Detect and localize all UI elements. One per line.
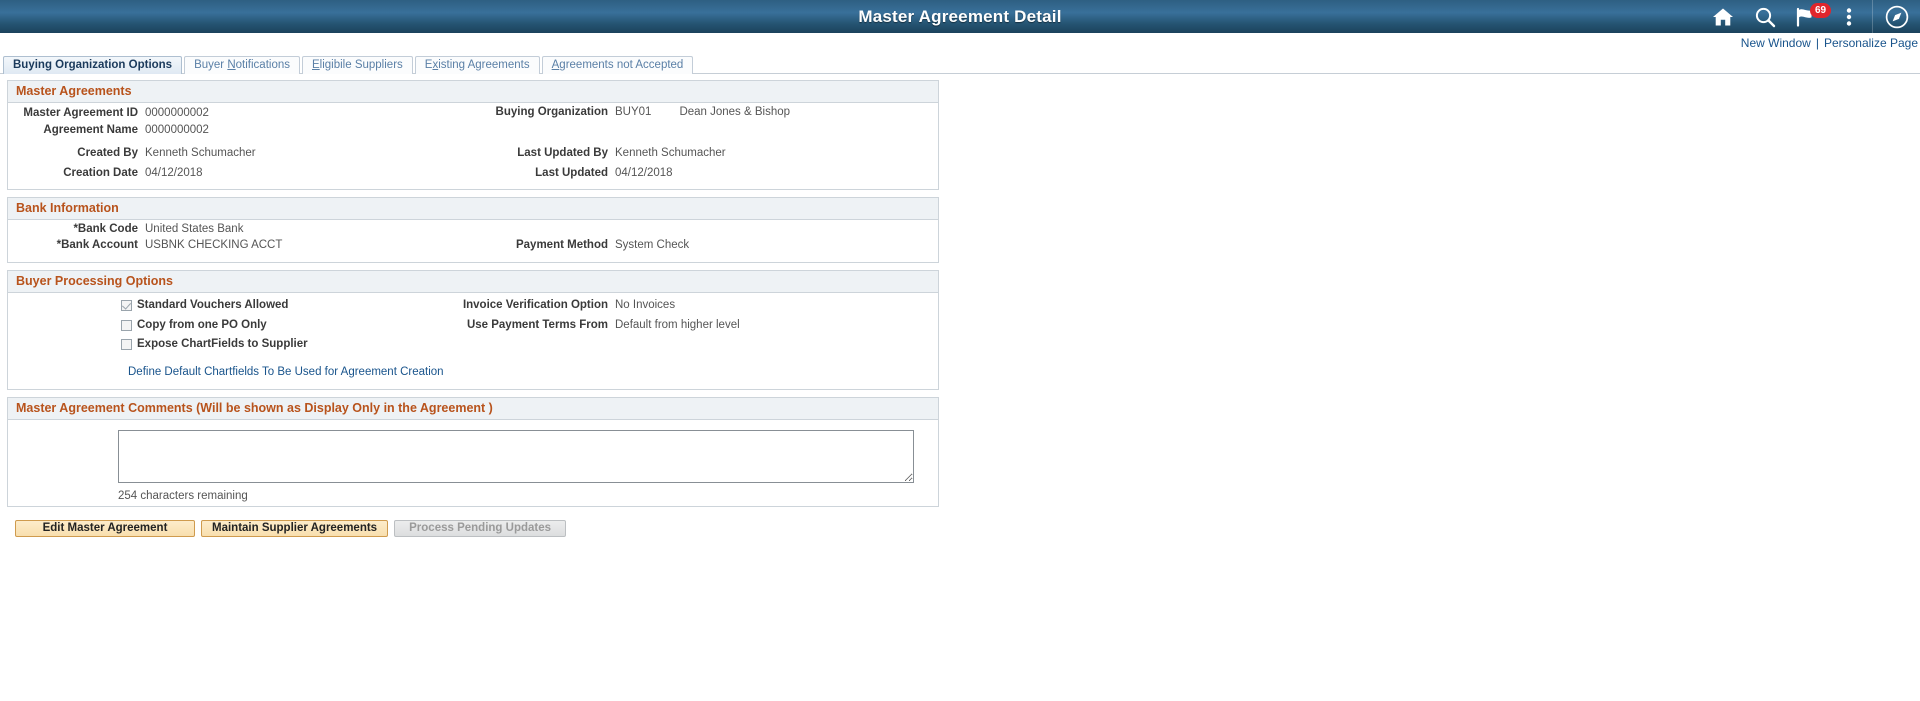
value-payment-method: System Check <box>615 239 690 251</box>
page-title: Master Agreement Detail <box>858 6 1062 26</box>
label-master-agreement-id: Master Agreement ID <box>23 107 138 119</box>
label-creation-date: Creation Date <box>63 167 138 179</box>
personalize-page-link[interactable]: Personalize Page <box>1824 36 1918 50</box>
section-body-buyer-processing-options: Standard Vouchers Allowed Copy from one … <box>8 293 938 389</box>
tab-buying-organization-options[interactable]: Buying Organization Options <box>3 56 183 74</box>
comment-area: 254 characters remaining <box>8 420 938 506</box>
master-agreement-comments-textarea[interactable] <box>118 430 914 483</box>
checkbox-label-copy-from-one-po-only: Copy from one PO Only <box>137 319 267 331</box>
checkbox-row-expose-chartfields-to-supplier[interactable]: Expose ChartFields to Supplier <box>121 338 308 350</box>
section-body-bank-information: *Bank Code United States Bank *Bank Acco… <box>8 220 938 262</box>
checkbox-row-copy-from-one-po-only[interactable]: Copy from one PO Only <box>121 319 267 331</box>
value-invoice-verification-option: No Invoices <box>615 299 676 311</box>
value-bank-code: United States Bank <box>145 223 244 235</box>
define-default-chartfields-link[interactable]: Define Default Chartfields To Be Used fo… <box>128 366 444 378</box>
value-buying-organization-code: BUY01 <box>615 106 652 118</box>
tab-label: Buyer Notifications <box>194 59 290 71</box>
label-bank-account: *Bank Account <box>56 239 138 251</box>
section-buyer-processing-options: Buyer Processing Options Standard Vouche… <box>7 270 939 390</box>
section-master-agreements: Master Agreements Master Agreement ID 00… <box>7 80 939 190</box>
section-title-bank-information: Bank Information <box>8 198 938 220</box>
value-bank-account: USBNK CHECKING ACCT <box>145 239 283 251</box>
section-body-master-agreements: Master Agreement ID 0000000002 Buying Or… <box>8 103 938 189</box>
checkbox-standard-vouchers-allowed[interactable] <box>121 299 132 311</box>
page-body: Master Agreements Master Agreement ID 00… <box>0 74 1920 537</box>
app-header: Master Agreement Detail 69 <box>0 0 1920 33</box>
search-icon[interactable] <box>1744 0 1786 33</box>
section-title-buyer-processing-options: Buyer Processing Options <box>8 271 938 293</box>
checkbox-label-expose-chartfields-to-supplier: Expose ChartFields to Supplier <box>137 338 308 350</box>
process-pending-updates-button: Process Pending Updates <box>394 520 567 537</box>
section-title-master-agreement-comments: Master Agreement Comments (Will be shown… <box>8 398 938 420</box>
value-creation-date: 04/12/2018 <box>145 167 203 179</box>
actions-menu-icon[interactable] <box>1828 0 1870 33</box>
checkbox-expose-chartfields-to-supplier[interactable] <box>121 338 132 350</box>
tab-existing-agreements[interactable]: Existing Agreements <box>414 56 540 74</box>
section-master-agreement-comments: Master Agreement Comments (Will be shown… <box>7 397 939 507</box>
navbar-compass-icon[interactable] <box>1873 0 1920 33</box>
label-use-payment-terms-from: Use Payment Terms From <box>466 319 608 331</box>
checkbox-row-standard-vouchers-allowed[interactable]: Standard Vouchers Allowed <box>121 299 288 311</box>
utility-links-separator: | <box>1815 35 1819 50</box>
label-buying-organization: Buying Organization <box>495 106 608 118</box>
label-agreement-name: Agreement Name <box>43 124 138 136</box>
tab-label: Buying Organization Options <box>13 59 173 71</box>
section-bank-information: Bank Information *Bank Code United State… <box>7 197 939 263</box>
value-agreement-name: 0000000002 <box>145 124 209 136</box>
checkbox-label-standard-vouchers-allowed: Standard Vouchers Allowed <box>137 299 289 311</box>
checkbox-copy-from-one-po-only[interactable] <box>121 319 132 331</box>
label-last-updated: Last Updated <box>535 167 608 179</box>
edit-master-agreement-button[interactable]: Edit Master Agreement <box>15 520 195 537</box>
home-icon[interactable] <box>1702 0 1744 33</box>
label-bank-code: *Bank Code <box>73 223 138 235</box>
tab-buyer-notifications[interactable]: Buyer Notifications <box>184 56 300 74</box>
action-button-row: Edit Master Agreement Maintain Supplier … <box>7 514 1920 537</box>
value-last-updated-by: Kenneth Schumacher <box>615 147 726 159</box>
maintain-supplier-agreements-button[interactable]: Maintain Supplier Agreements <box>201 520 389 537</box>
tab-label: Agreements not Accepted <box>551 59 684 71</box>
tab-strip: Buying Organization Options Buyer Notifi… <box>0 56 1920 74</box>
notifications-flag-icon[interactable]: 69 <box>1786 0 1831 33</box>
tab-label: Existing Agreements <box>424 59 530 71</box>
section-body-master-agreement-comments: 254 characters remaining <box>8 420 938 506</box>
label-created-by: Created By <box>77 147 138 159</box>
value-buying-organization-name: Dean Jones & Bishop <box>679 106 791 118</box>
section-title-master-agreements: Master Agreements <box>8 81 938 103</box>
label-payment-method: Payment Method <box>515 239 608 251</box>
header-icon-group: 69 <box>1702 0 1920 33</box>
value-created-by: Kenneth Schumacher <box>145 147 256 159</box>
label-invoice-verification-option: Invoice Verification Option <box>462 299 608 311</box>
tab-agreements-not-accepted[interactable]: Agreements not Accepted <box>541 56 694 74</box>
value-last-updated: 04/12/2018 <box>615 167 673 179</box>
page-utility-links: New Window | Personalize Page <box>0 33 1920 52</box>
value-master-agreement-id: 0000000002 <box>145 107 209 119</box>
tab-eligibile-suppliers[interactable]: Eligibile Suppliers <box>302 56 413 74</box>
new-window-link[interactable]: New Window <box>1741 36 1811 50</box>
tab-label: Eligibile Suppliers <box>312 59 403 71</box>
value-use-payment-terms-from: Default from higher level <box>615 319 740 331</box>
characters-remaining-text: 254 characters remaining <box>118 490 248 502</box>
label-last-updated-by: Last Updated By <box>517 147 608 159</box>
